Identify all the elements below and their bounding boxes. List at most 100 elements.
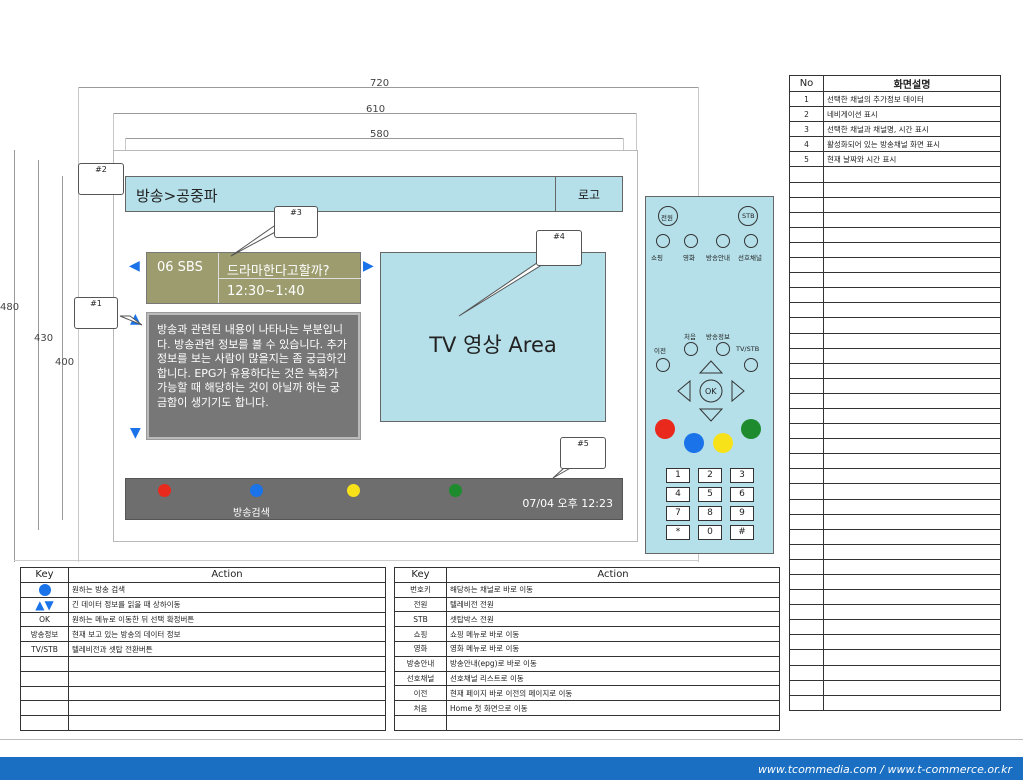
empty-cell [789,407,824,425]
tvstb-button[interactable] [744,358,758,372]
key-1[interactable]: 1 [666,468,690,483]
empty-cell [789,543,824,560]
empty-cell [68,700,386,717]
table-row: 4 활성화되어 있는 방송채널 화면 표시 [789,136,1001,153]
left-key-cell: TV/STB [20,641,69,657]
movie-button[interactable] [684,234,698,248]
table-row-empty [789,543,1001,560]
prev-button[interactable] [656,358,670,372]
table-row: 1 선택한 채널의 추가정보 데이터 [789,90,1001,108]
table-row: TV/STB 텔레비전과 셋탑 전환버튼 [20,641,386,657]
key-2[interactable]: 2 [698,468,722,483]
desc-key-cell: 2 [789,106,824,123]
footer-divider [0,739,1023,740]
empty-cell [789,649,824,666]
info-label: 방송정보 [706,333,730,341]
ok-button[interactable]: OK [705,387,717,396]
home-button[interactable] [684,342,698,356]
empty-cell [823,498,1001,515]
key-8[interactable]: 8 [698,506,722,521]
empty-cell [823,604,1001,621]
left-value-cell: 현재 보고 있는 방송의 데이터 정보 [68,626,386,643]
table-row: 방송정보 현재 보고 있는 방송의 데이터 정보 [20,626,386,643]
empty-cell [789,317,824,334]
table-row-empty [789,468,1001,485]
key-6[interactable]: 6 [730,487,754,502]
empty-cell [823,573,1001,591]
empty-cell [823,528,1001,545]
table-row-empty [789,498,1001,515]
right-header-action: Action [446,567,780,583]
empty-cell [789,498,824,515]
empty-cell [789,694,824,711]
key-3[interactable]: 3 [730,468,754,483]
right-key-cell: 방송안내 [394,655,447,672]
empty-cell [68,715,386,731]
remote-red-button-icon[interactable] [655,419,675,439]
empty-cell [789,589,824,606]
empty-cell [789,453,824,470]
desc-key-cell: 1 [789,90,824,108]
table-row-empty [789,589,1001,606]
right-key-cell: 전원 [394,596,447,613]
table-row-empty [789,483,1001,500]
empty-cell [823,302,1001,319]
remote-yellow-button-icon[interactable] [713,433,733,453]
empty-cell [789,483,824,500]
key-star[interactable]: * [666,525,690,540]
table-row-empty [789,257,1001,274]
table-row-empty [789,634,1001,651]
key-7[interactable]: 7 [666,506,690,521]
empty-cell [823,317,1001,334]
power-button[interactable]: 전원 [658,206,678,226]
empty-cell [20,715,69,731]
empty-cell [789,679,824,696]
stb-button[interactable]: STB [738,206,758,226]
right-key-cell: 영화 [394,640,447,657]
prev-label: 이전 [654,347,666,355]
table-row: 이전 현재 페이지 바로 이전의 페이지로 이동 [394,685,780,702]
empty-cell [823,664,1001,681]
remote-blue-button-icon[interactable] [684,433,704,453]
desc-header-description: 화면설명 [823,75,1001,92]
left-header-key: Key [20,567,69,583]
callout-1: #1 [74,297,118,329]
remote-green-button-icon[interactable] [741,419,761,439]
movie-label: 영화 [683,254,695,262]
key-5[interactable]: 5 [698,487,722,502]
callout-3: #3 [274,206,318,238]
empty-cell [20,700,69,717]
epg-button[interactable] [716,234,730,248]
empty-cell [789,573,824,591]
screen-description-table: No 화면설명 1 선택한 채널의 추가정보 데이터 2 네비게이션 표시 3 선택한 채… [789,75,1001,711]
right-value-cell: 텔레비전 전원 [446,596,780,613]
empty-cell [823,181,1001,198]
table-row-empty [789,196,1001,213]
remote-control: 전원 STB 쇼핑 영화 방송안내 선호채널 처음 방송정보 이전 TV/STB… [645,196,774,554]
desc-header-no: No [789,75,824,92]
table-row-empty [20,715,386,731]
table-row-empty [789,302,1001,319]
stb-label: STB [742,212,755,220]
right-value-cell: 해당하는 채널로 바로 이동 [446,581,780,598]
right-key-cell: 쇼핑 [394,626,447,642]
info-button[interactable] [716,342,730,356]
empty-cell [789,392,824,409]
shopping-button[interactable] [656,234,670,248]
empty-cell [789,528,824,545]
key-4[interactable]: 4 [666,487,690,502]
favorite-button[interactable] [744,234,758,248]
empty-cell [823,634,1001,651]
empty-cell [789,166,824,183]
down-arrow-icon [698,408,724,422]
right-key-cell: 이전 [394,685,447,702]
empty-cell [789,362,824,379]
key-hash[interactable]: # [730,525,754,540]
table-row-empty [789,649,1001,666]
key-9[interactable]: 9 [730,506,754,521]
table-row: 처음 Home 첫 화면으로 이동 [394,700,780,716]
table-row-empty [789,664,1001,681]
key-0[interactable]: 0 [698,525,722,540]
favorite-label: 선호채널 [738,254,762,262]
right-value-cell: 현재 페이지 바로 이전의 페이지로 이동 [446,685,780,702]
